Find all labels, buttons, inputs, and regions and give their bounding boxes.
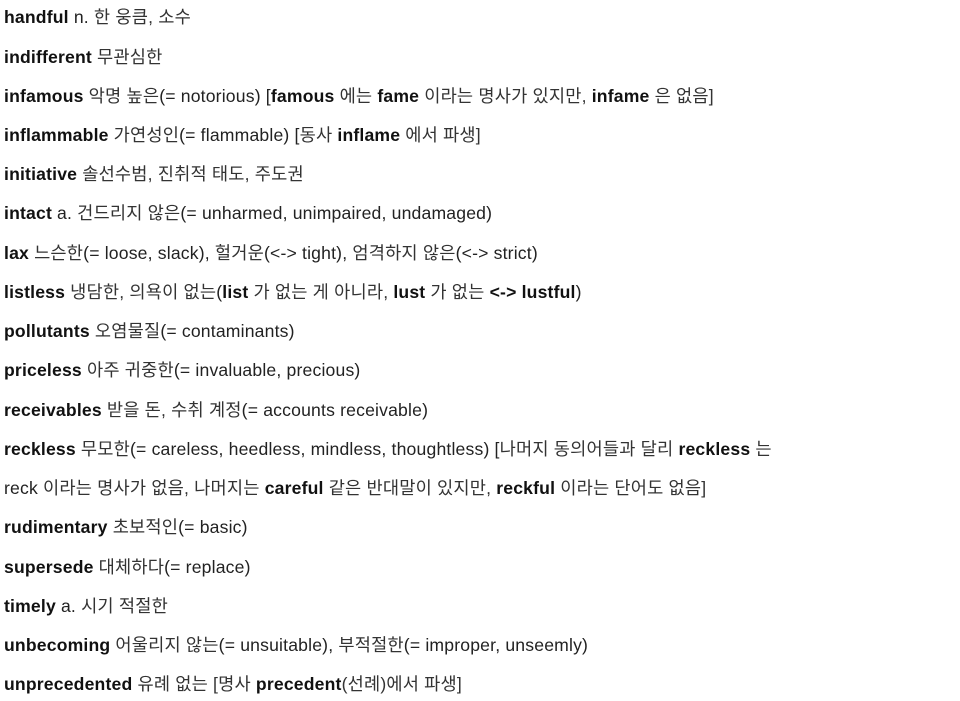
vocab-entry-listless: listless 냉담한, 의욕이 없는(list 가 없는 게 아니라, lu… bbox=[4, 277, 958, 307]
entry-segment: precedent bbox=[255, 674, 342, 694]
entry-segment: 냉담한, 의욕이 없는 bbox=[65, 282, 217, 302]
entry-segment: listless bbox=[4, 282, 66, 302]
vocab-entry-rudimentary: rudimentary 초보적인(= basic) bbox=[4, 512, 958, 542]
entry-segment: 솔선수범, 진취적 태도, 주도권 bbox=[77, 164, 304, 184]
vocab-entry-priceless: priceless 아주 귀중한(= invaluable, precious) bbox=[4, 355, 958, 385]
entry-segment: 초보적인 bbox=[107, 517, 179, 537]
entry-segment: 아주 귀중한 bbox=[81, 360, 174, 380]
entry-segment: a. bbox=[51, 203, 78, 223]
entry-segment: fame bbox=[377, 86, 420, 106]
entry-segment: 가 없는 게 아니라, bbox=[248, 282, 394, 302]
entry-segment: infamous bbox=[4, 86, 84, 106]
entry-segment: 같은 반대말이 있지만, bbox=[323, 478, 497, 498]
entry-segment: reckless bbox=[4, 439, 76, 459]
entry-segment: (= accounts receivable) bbox=[241, 400, 429, 420]
entry-segment: 헐거운 bbox=[214, 243, 264, 263]
entry-segment: lax bbox=[4, 243, 29, 263]
entry-segment: lust bbox=[393, 282, 426, 302]
entry-segment: receivables bbox=[4, 400, 102, 420]
entry-segment: 한 웅큼, 소수 bbox=[93, 7, 191, 27]
vocab-entry-pollutants: pollutants 오염물질(= contaminants) bbox=[4, 316, 958, 346]
entry-segment: intact bbox=[4, 203, 52, 223]
entry-segment: 에서 파생] bbox=[400, 125, 481, 145]
entry-segment: (선례)에서 파생] bbox=[341, 674, 462, 694]
entry-segment: supersede bbox=[4, 557, 94, 577]
vocab-entry-supersede: supersede 대체하다(= replace) bbox=[4, 552, 958, 582]
entry-segment: reckless bbox=[678, 439, 751, 459]
entry-segment: 이라는 명사가 있지만, bbox=[419, 86, 592, 106]
entry-segment: unprecedented bbox=[4, 674, 133, 694]
entry-segment: 건드리지 않은 bbox=[77, 203, 181, 223]
entry-segment: 무관심한 bbox=[91, 47, 163, 67]
entry-segment: 이라는 명사가 없음, 나머지는 bbox=[37, 478, 265, 498]
vocab-entry-initiative: initiative 솔선수범, 진취적 태도, 주도권 bbox=[4, 159, 958, 189]
entry-segment: 어울리지 않는 bbox=[110, 635, 219, 655]
entry-segment: 무모한 bbox=[75, 439, 131, 459]
entry-segment: (= notorious) [ bbox=[159, 86, 271, 106]
entry-segment: 받을 돈, 수취 계정 bbox=[101, 400, 242, 420]
entry-segment: (= invaluable, precious) bbox=[173, 360, 361, 380]
vocab-entry-timely: timely a. 시기 적절한 bbox=[4, 591, 958, 621]
entry-segment: 나머지 동의어들과 달리 bbox=[499, 439, 679, 459]
entry-segment: 동사 bbox=[299, 125, 338, 145]
entry-segment: 에는 bbox=[334, 86, 378, 106]
entry-segment: a. bbox=[55, 596, 82, 616]
entry-segment: rudimentary bbox=[4, 517, 108, 537]
entry-segment: (<-> tight), bbox=[264, 243, 353, 263]
entry-segment: 악명 높은 bbox=[83, 86, 160, 106]
vocab-entry-receivables: receivables 받을 돈, 수취 계정(= accounts recei… bbox=[4, 395, 958, 425]
vocab-entry-intact: intact a. 건드리지 않은(= unharmed, unimpaired… bbox=[4, 198, 958, 228]
vocab-entry-inflammable: inflammable 가연성인(= flammable) [동사 inflam… bbox=[4, 120, 958, 150]
entry-segment: (= contaminants) bbox=[160, 321, 295, 341]
entry-segment: 대체하다 bbox=[93, 557, 165, 577]
vocab-entry-handful: handful n. 한 웅큼, 소수 bbox=[4, 2, 958, 32]
entry-segment: timely bbox=[4, 596, 56, 616]
vocabulary-sheet: handful n. 한 웅큼, 소수 indifferent 무관심한 infam… bbox=[0, 0, 960, 701]
entry-segment: 느슨한 bbox=[29, 243, 84, 263]
entry-segment: 유례 없는 [명사 bbox=[132, 674, 256, 694]
entry-segment: 가연성인 bbox=[108, 125, 180, 145]
entry-segment: 이라는 단어도 없음] bbox=[555, 478, 707, 498]
vocab-entry-lax: lax 느슨한(= loose, slack), 헐거운(<-> tight),… bbox=[4, 238, 958, 268]
entry-segment: 부적절한 bbox=[338, 635, 404, 655]
entry-segment: (= loose, slack), bbox=[83, 243, 215, 263]
entry-segment: reck bbox=[4, 478, 38, 498]
entry-segment: unbecoming bbox=[4, 635, 111, 655]
entry-segment: (= replace) bbox=[164, 557, 251, 577]
entry-segment: inflame bbox=[337, 125, 401, 145]
vocab-entry-unprecedented: unprecedented 유례 없는 [명사 precedent(선례)에서 … bbox=[4, 669, 958, 699]
entry-segment: (= improper, unseemly) bbox=[403, 635, 589, 655]
entry-segment: 가 없는 bbox=[425, 282, 490, 302]
entry-segment: indifferent bbox=[4, 47, 92, 67]
entry-segment: priceless bbox=[4, 360, 82, 380]
entry-segment: careful bbox=[264, 478, 324, 498]
entry-segment: (= basic) bbox=[178, 517, 248, 537]
entry-segment: inflammable bbox=[4, 125, 109, 145]
entry-segment: pollutants bbox=[4, 321, 90, 341]
entry-segment: n. bbox=[68, 7, 94, 27]
entry-segment: (<-> strict) bbox=[455, 243, 538, 263]
entry-segment: (= careless, heedless, mindless, thought… bbox=[130, 439, 500, 459]
entry-segment: (= flammable) [ bbox=[179, 125, 300, 145]
entry-segment: infame bbox=[591, 86, 650, 106]
entry-segment: (= unharmed, unimpaired, undamaged) bbox=[180, 203, 493, 223]
entry-segment: 은 없음] bbox=[649, 86, 714, 106]
entry-segment: reckful bbox=[496, 478, 556, 498]
entry-segment: 오염물질 bbox=[89, 321, 161, 341]
entry-segment: <-> lustful bbox=[489, 282, 576, 302]
entry-segment: 시기 적절한 bbox=[81, 596, 168, 616]
entry-segment: 는 bbox=[750, 439, 772, 459]
entry-segment: famous bbox=[270, 86, 335, 106]
entry-segment: handful bbox=[4, 7, 69, 27]
entry-segment: initiative bbox=[4, 164, 78, 184]
vocab-entry-reckless: reckless 무모한(= careless, heedless, mindl… bbox=[4, 434, 958, 464]
entry-segment: list bbox=[222, 282, 249, 302]
entry-segment: 엄격하지 않은 bbox=[352, 243, 456, 263]
vocab-entry-indifferent: indifferent 무관심한 bbox=[4, 42, 958, 72]
vocab-entry-infamous: infamous 악명 높은(= notorious) [famous 에는 f… bbox=[4, 81, 958, 111]
vocab-entry-unbecoming: unbecoming 어울리지 않는(= unsuitable), 부적절한(=… bbox=[4, 630, 958, 660]
vocab-entry-reckless-cont: reck 이라는 명사가 없음, 나머지는 careful 같은 반대말이 있지… bbox=[4, 473, 958, 503]
entry-segment: (= unsuitable), bbox=[218, 635, 339, 655]
entry-segment: ) bbox=[575, 282, 582, 302]
